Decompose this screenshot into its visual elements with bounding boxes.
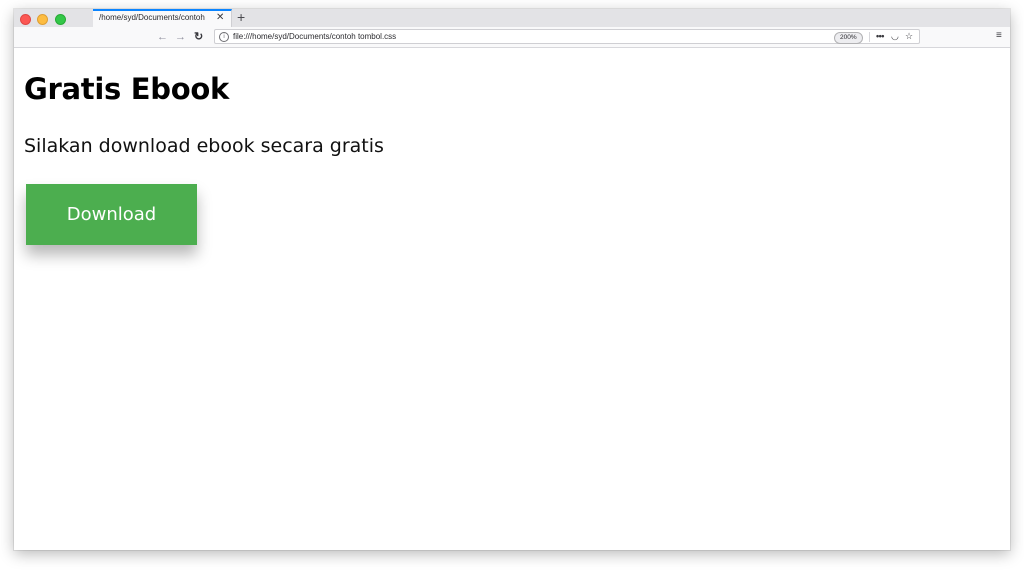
- bookmark-star-icon[interactable]: ☆: [905, 30, 913, 43]
- new-tab-icon[interactable]: +: [237, 9, 245, 25]
- reload-icon[interactable]: ↻: [194, 30, 203, 44]
- more-icon[interactable]: •••: [876, 30, 884, 43]
- info-icon[interactable]: i: [219, 32, 229, 42]
- window-minimize-icon[interactable]: [37, 14, 48, 25]
- zoom-badge[interactable]: 200%: [834, 31, 863, 44]
- nav-bar: ← → ↻ i file:///home/syd/Documents/conto…: [14, 27, 1010, 48]
- window-close-icon[interactable]: [20, 14, 31, 25]
- browser-window: /home/syd/Documents/contoh ✕ + ← → ↻ i f…: [14, 9, 1010, 550]
- url-text[interactable]: file:///home/syd/Documents/contoh tombol…: [233, 31, 396, 42]
- hamburger-menu-icon[interactable]: ≡: [996, 29, 1002, 43]
- page-title: Gratis Ebook: [24, 72, 229, 106]
- window-maximize-icon[interactable]: [55, 14, 66, 25]
- tab-title: /home/syd/Documents/contoh: [99, 13, 205, 22]
- pocket-icon[interactable]: ◡: [891, 30, 899, 43]
- tab-strip: /home/syd/Documents/contoh ✕ +: [14, 9, 1010, 27]
- download-button[interactable]: Download: [26, 184, 197, 245]
- forward-icon[interactable]: →: [175, 30, 186, 44]
- page-content: Gratis Ebook Silakan download ebook seca…: [14, 48, 1010, 550]
- url-bar[interactable]: i file:///home/syd/Documents/contoh tomb…: [214, 29, 920, 44]
- browser-tab[interactable]: /home/syd/Documents/contoh ✕: [93, 9, 232, 27]
- back-icon[interactable]: ←: [157, 30, 168, 44]
- url-divider: [869, 32, 870, 42]
- page-subtitle: Silakan download ebook secara gratis: [24, 135, 384, 157]
- tab-close-icon[interactable]: ✕: [216, 12, 224, 24]
